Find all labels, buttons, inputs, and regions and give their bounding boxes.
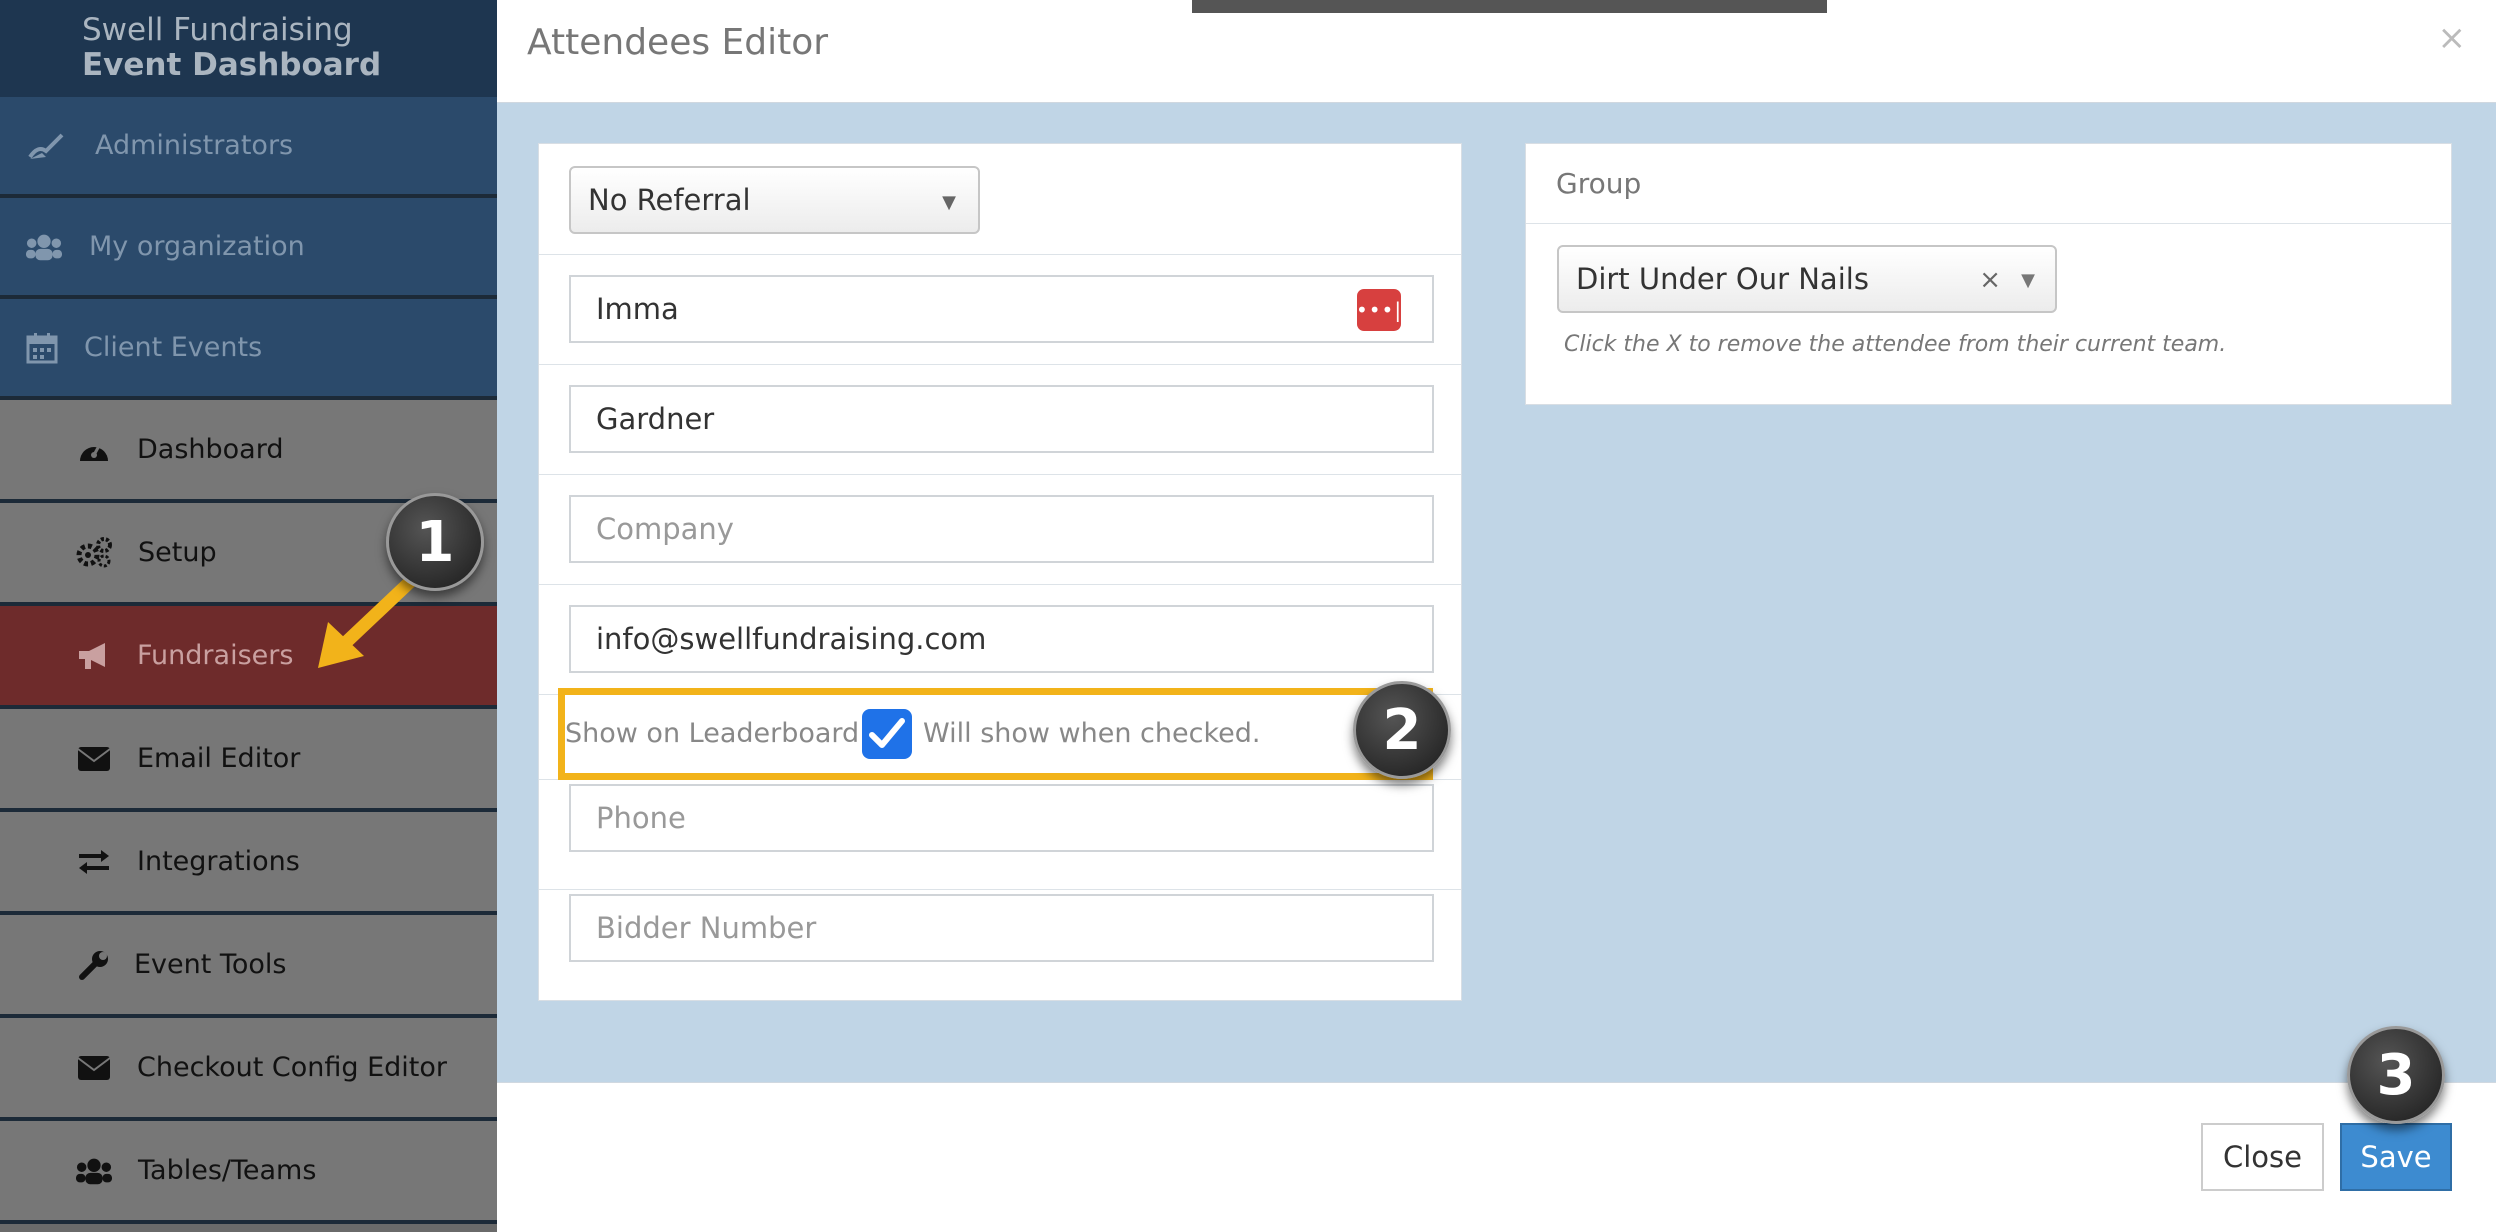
group-panel: Group Dirt Under Our Nails × ▼ Click the…: [1525, 143, 2452, 405]
referral-value: No Referral: [588, 183, 751, 217]
group-header: Group: [1526, 144, 2451, 224]
sidebar-item-administrators[interactable]: Administrators: [0, 97, 497, 198]
sidebar-item-label: Tables/Teams: [138, 1155, 317, 1186]
password-manager-icon[interactable]: •••|: [1356, 289, 1401, 331]
step-badge-2: 2: [1353, 681, 1451, 779]
sidebar-item-dashboard[interactable]: Dashboard: [0, 400, 497, 503]
save-button[interactable]: Save: [2340, 1123, 2452, 1191]
calendar-icon: [24, 332, 60, 364]
last-name-value: Gardner: [596, 402, 715, 436]
envelope-icon: [76, 743, 112, 775]
sidebar-item-label: Event Tools: [134, 949, 287, 980]
sidebar-item-label: Client Events: [84, 332, 263, 363]
users-icon: [26, 231, 62, 263]
referral-row: No Referral ▼: [539, 144, 1461, 255]
first-name-value: Imma: [596, 292, 679, 326]
sidebar-item-email-editor[interactable]: Email Editor: [0, 709, 497, 812]
brand[interactable]: Swell Fundraising Event Dashboard: [0, 0, 497, 97]
step-badge-1: 1: [386, 493, 484, 591]
clear-icon[interactable]: ×: [1979, 265, 2001, 295]
phone-placeholder: Phone: [596, 801, 686, 835]
last-name-row: Gardner: [539, 365, 1461, 475]
checkmark-icon: [869, 718, 905, 748]
email-field[interactable]: info@swellfundraising.com: [569, 605, 1434, 673]
bidder-number-field[interactable]: Bidder Number: [569, 894, 1434, 962]
top-bar: [1192, 0, 1827, 13]
modal-header: Attendees Editor ×: [497, 0, 2496, 103]
bidder-row: Bidder Number: [539, 890, 1461, 1000]
modal-footer: Close Save: [497, 1082, 2496, 1232]
last-name-field[interactable]: Gardner: [569, 385, 1434, 453]
sidebar-item-label: Checkout Config Editor: [137, 1052, 448, 1083]
close-icon[interactable]: ×: [2438, 18, 2467, 58]
sidebar-item-tables-teams[interactable]: Tables/Teams: [0, 1121, 497, 1224]
sidebar-item-label: Dashboard: [137, 434, 284, 465]
sidebar-item-label: Fundraisers: [137, 640, 294, 671]
first-name-field[interactable]: Imma •••|: [569, 275, 1434, 343]
wrench-icon: [76, 949, 112, 981]
sidebar-item-label: Administrators: [95, 130, 294, 161]
referral-select[interactable]: No Referral ▼: [569, 166, 980, 234]
phone-field[interactable]: Phone: [569, 784, 1434, 852]
leaderboard-help: Will show when checked.: [923, 718, 1261, 749]
sidebar-item-checkout-config-editor[interactable]: Checkout Config Editor: [0, 1018, 497, 1121]
leaderboard-highlight: Show on Leaderboard: Will show when chec…: [558, 688, 1433, 780]
sidebar-item-label: Setup: [138, 537, 217, 568]
close-button[interactable]: Close: [2201, 1123, 2324, 1191]
company-field[interactable]: Company: [569, 495, 1434, 563]
broom-icon: [28, 130, 64, 162]
group-header-label: Group: [1556, 167, 1642, 200]
sidebar-item-label: My organization: [89, 231, 305, 262]
company-placeholder: Company: [596, 512, 734, 546]
exchange-icon: [76, 846, 112, 878]
chevron-down-icon: ▼: [942, 192, 956, 213]
modal-title: Attendees Editor: [527, 22, 829, 63]
brand-line2: Event Dashboard: [82, 47, 382, 83]
attendee-form-panel: No Referral ▼ Imma •••| Gardner Company …: [538, 143, 1462, 1001]
first-name-row: Imma •••|: [539, 255, 1461, 365]
group-value: Dirt Under Our Nails: [1576, 262, 1869, 296]
email-row: info@swellfundraising.com: [539, 585, 1461, 695]
chevron-down-icon: ▼: [2021, 270, 2035, 291]
company-row: Company: [539, 475, 1461, 585]
sidebar-item-label: Email Editor: [137, 743, 301, 774]
leaderboard-label: Show on Leaderboard:: [565, 718, 869, 749]
dashboard-icon: [76, 434, 112, 466]
brand-line1: Swell Fundraising: [82, 12, 353, 48]
sidebar-item-my-organization[interactable]: My organization: [0, 198, 497, 299]
group-hint: Click the X to remove the attendee from …: [1564, 332, 2227, 357]
email-value: info@swellfundraising.com: [596, 622, 987, 656]
sidebar-item-label: Integrations: [137, 846, 300, 877]
bullhorn-icon: [76, 640, 112, 672]
attendees-editor-modal: Attendees Editor × No Referral ▼ Imma ••…: [497, 0, 2496, 1232]
phone-row: Phone: [539, 780, 1461, 890]
sidebar-item-client-events[interactable]: Client Events: [0, 299, 497, 400]
bidder-number-placeholder: Bidder Number: [596, 911, 817, 945]
sidebar-item-event-tools[interactable]: Event Tools: [0, 915, 497, 1018]
sidebar-item-integrations[interactable]: Integrations: [0, 812, 497, 915]
step-badge-3: 3: [2347, 1026, 2445, 1124]
leaderboard-checkbox[interactable]: [862, 709, 912, 759]
users-icon: [76, 1155, 112, 1187]
group-select[interactable]: Dirt Under Our Nails × ▼: [1557, 245, 2057, 313]
gears-icon: [76, 536, 112, 569]
envelope-icon: [76, 1052, 112, 1084]
